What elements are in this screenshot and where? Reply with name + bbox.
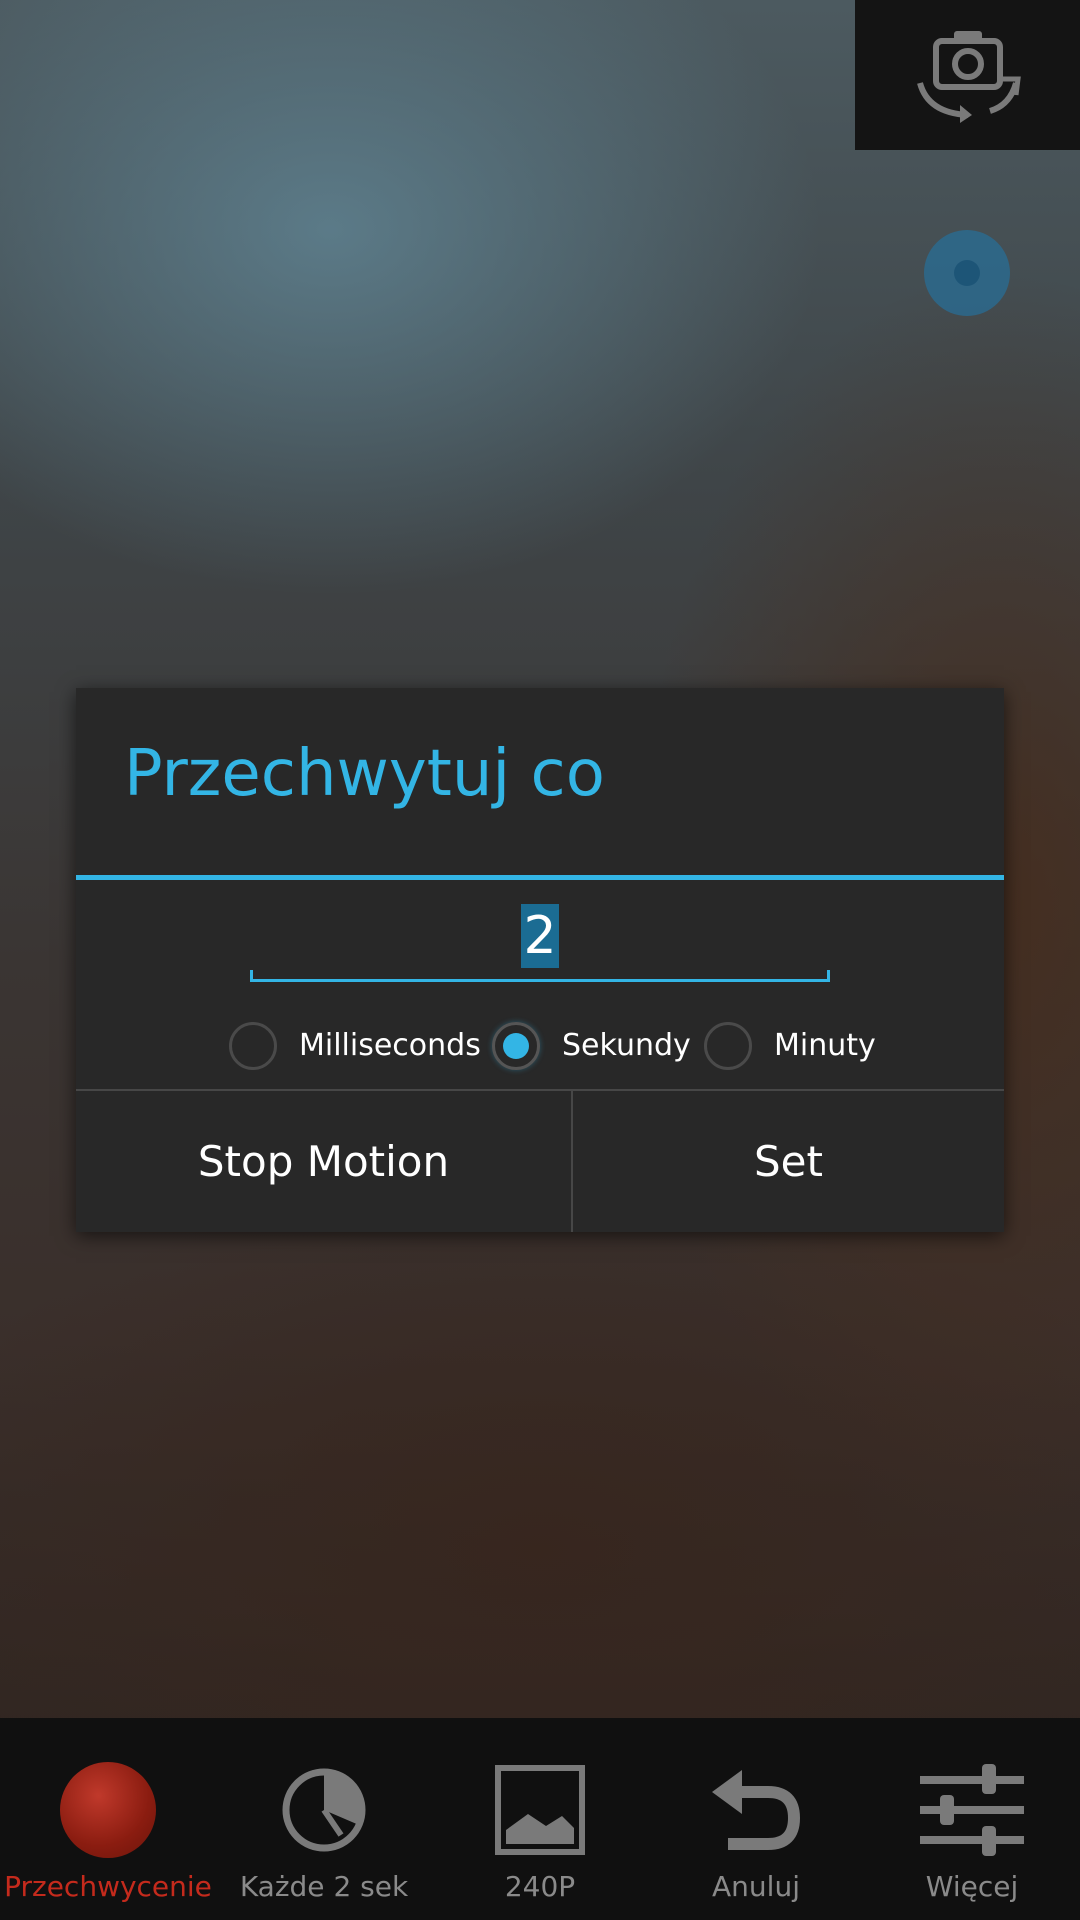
camera-switch-icon [898, 23, 1038, 127]
interval-value: 2 [521, 904, 559, 968]
image-icon [432, 1760, 648, 1860]
stop-motion-button[interactable]: Stop Motion [76, 1091, 571, 1232]
capture-interval-dialog: Przechwytuj co 2 Milliseconds Sekundy Mi… [76, 688, 1004, 1232]
radio-circle [704, 1021, 752, 1070]
sliders-icon [864, 1760, 1080, 1860]
tab-capture[interactable]: Przechwycenie [0, 1718, 216, 1920]
interval-input-underline [250, 970, 830, 982]
tab-label-interval: Każde 2 sek [239, 1870, 409, 1903]
unit-radio-group: Milliseconds Sekundy Minuty [76, 1013, 1004, 1078]
tab-more[interactable]: Więcej [864, 1718, 1080, 1920]
radio-label-milliseconds: Milliseconds [299, 1028, 481, 1063]
radio-label-minuty: Minuty [774, 1028, 876, 1063]
record-icon [0, 1760, 216, 1860]
camera-switch-button[interactable] [855, 0, 1080, 150]
tab-label-undo: Anuluj [712, 1870, 800, 1903]
tab-label-more: Więcej [925, 1870, 1019, 1903]
radio-sekundy[interactable]: Sekundy [492, 1013, 691, 1078]
title-divider [76, 875, 1004, 880]
tab-interval[interactable]: Każde 2 sek [216, 1718, 432, 1920]
set-button[interactable]: Set [573, 1091, 1004, 1232]
undo-icon [648, 1760, 864, 1860]
radio-checked-dot [503, 1032, 529, 1059]
radio-label-sekundy: Sekundy [562, 1028, 691, 1063]
bottom-toolbar: Przechwycenie Każde 2 sek 240P Anuluj Wi… [0, 1718, 1080, 1920]
tab-undo[interactable]: Anuluj [648, 1718, 864, 1920]
focus-indicator-center [954, 260, 980, 286]
radio-circle-checked [492, 1021, 540, 1070]
focus-indicator[interactable] [924, 230, 1010, 316]
tab-label-capture: Przechwycenie [4, 1870, 212, 1903]
tab-resolution[interactable]: 240P [432, 1718, 648, 1920]
timer-icon [216, 1760, 432, 1860]
tab-label-resolution: 240P [504, 1870, 576, 1903]
radio-circle [229, 1021, 277, 1070]
interval-input[interactable]: 2 [250, 900, 830, 972]
camera-screen: Przechwytuj co 2 Milliseconds Sekundy Mi… [0, 0, 1080, 1920]
radio-minuty[interactable]: Minuty [704, 1013, 876, 1078]
radio-milliseconds[interactable]: Milliseconds [229, 1013, 481, 1078]
dialog-title: Przechwytuj co [124, 737, 605, 811]
